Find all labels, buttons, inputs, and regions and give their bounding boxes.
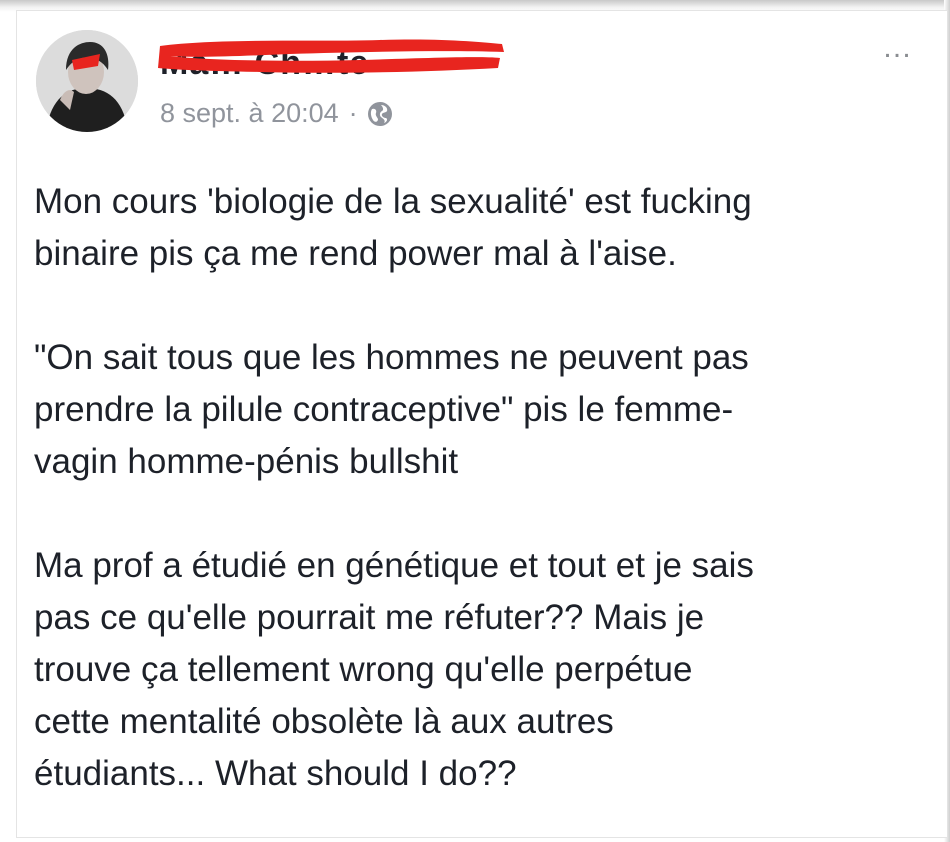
redaction-scribble bbox=[158, 39, 504, 73]
more-options-button[interactable]: … bbox=[882, 33, 914, 63]
post-paragraph: "On sait tous que les hommes ne peuvent … bbox=[34, 338, 749, 481]
post-timestamp[interactable]: 8 sept. à 20:04 bbox=[160, 98, 339, 129]
post-body: Mon cours 'biologie de la sexualité' est… bbox=[34, 176, 924, 800]
post-paragraph: Mon cours 'biologie de la sexualité' est… bbox=[34, 182, 752, 273]
post-paragraph: Ma prof a étudié en génétique et tout et… bbox=[34, 546, 754, 793]
avatar[interactable] bbox=[36, 30, 138, 132]
post-meta: 8 sept. à 20:04 · bbox=[160, 98, 394, 129]
globe-icon bbox=[366, 100, 394, 128]
meta-separator: · bbox=[348, 98, 358, 128]
screenshot: Ma… Ch…te 8 sept. à 20:04 · … Mon cours … bbox=[0, 0, 950, 842]
avatar-image bbox=[36, 30, 138, 132]
